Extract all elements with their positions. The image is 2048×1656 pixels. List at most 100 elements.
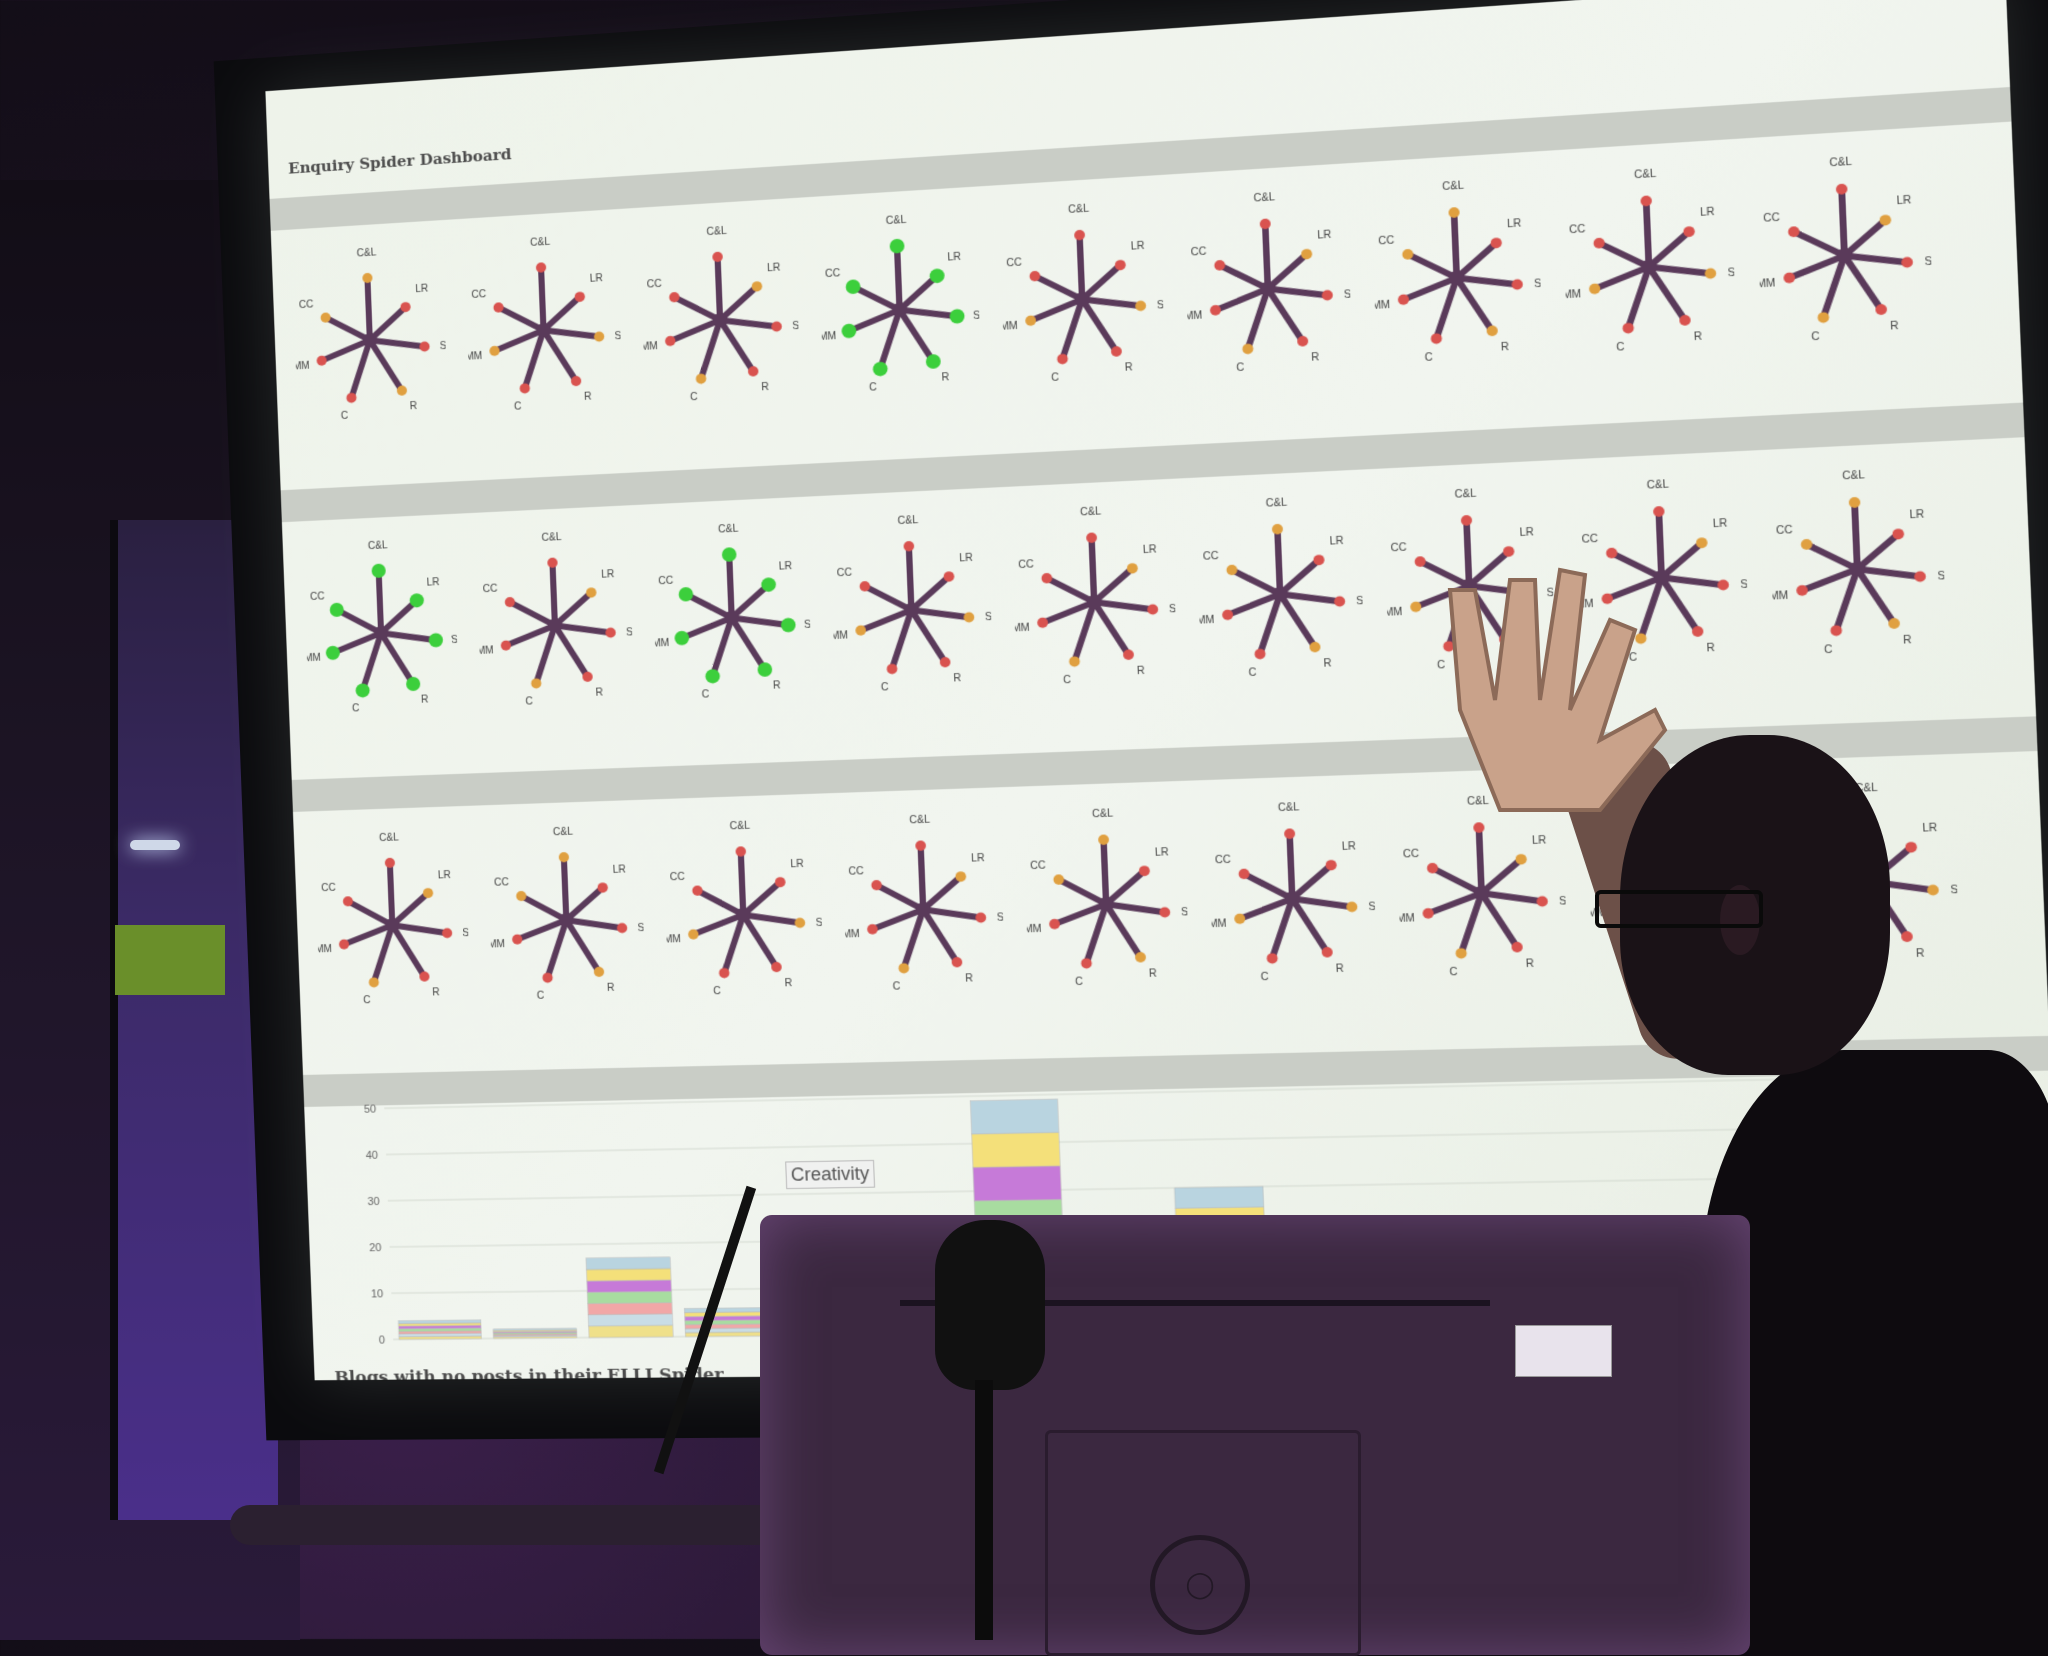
microphone <box>935 1220 1045 1390</box>
spider-cell: C&L LR SA R C MM CC <box>291 230 454 459</box>
spider-node <box>915 840 927 852</box>
spider-chart: C&L LR SA R C MM CC <box>488 826 652 1001</box>
spider-axis-label: SA <box>1534 278 1545 291</box>
spider-cell: C&L LR SA R C MM CC <box>650 507 819 738</box>
spider-axis-label: R <box>1707 643 1716 655</box>
spider-axis-label: C&L <box>729 821 750 833</box>
spider-axis-label: R <box>410 401 418 412</box>
spider-axis-label: CC <box>1763 212 1780 225</box>
spider-axis-label: CC <box>837 567 853 579</box>
spider-axis-label: CC <box>310 591 325 603</box>
spider-node <box>1640 195 1653 207</box>
spider-axis-label: LR <box>1700 206 1715 219</box>
table-edge <box>230 1505 790 1545</box>
spider-node <box>1135 300 1147 312</box>
spider-axis-label: LR <box>438 870 451 882</box>
green-panel <box>115 925 225 995</box>
spider-axis-label: SA <box>1740 579 1751 591</box>
spider-axis-label: LR <box>1922 822 1937 834</box>
spider-node <box>1321 289 1334 301</box>
spider-axis-label: C <box>1063 675 1071 687</box>
spider-cell: C&L LR SA R C MM CC <box>840 799 1012 1030</box>
spider-chart: C&L LR SA R C MM CC <box>1024 808 1196 988</box>
spider-axis-label: SA <box>626 627 636 639</box>
spider-spoke <box>1059 878 1106 905</box>
spider-axis-label: MM <box>830 631 848 643</box>
spider-spoke <box>1646 201 1649 267</box>
spider-spoke <box>1479 828 1482 893</box>
spider-spoke <box>741 852 743 915</box>
ceiling-light <box>130 840 180 850</box>
spider-axis-label: MM <box>842 929 860 941</box>
spider-spoke <box>348 900 392 926</box>
spider-axis-label: CC <box>471 289 486 301</box>
spider-axis-label: C <box>1051 372 1059 384</box>
spider-axis-label: LR <box>790 859 804 871</box>
y-tick-label: 20 <box>369 1242 382 1254</box>
spider-node <box>1704 267 1717 280</box>
spider-chart: C&L LR SA R C MM CC <box>1756 156 1940 343</box>
spider-axis-label: CC <box>1190 246 1206 258</box>
spider-spoke <box>390 863 392 925</box>
spider-axis-label: C&L <box>541 532 562 544</box>
spider-axis-label: MM <box>1024 924 1042 936</box>
presenter-glasses <box>1595 890 1763 928</box>
spider-spoke <box>743 914 776 968</box>
spider-node <box>355 683 370 698</box>
spider-cell: C&L LR SA R C MM CC <box>828 498 999 731</box>
spider-axis-label: C <box>893 981 901 993</box>
spider-spoke <box>1106 903 1140 958</box>
dell-logo: ◯ <box>1150 1535 1250 1635</box>
spider-spoke <box>1268 287 1303 343</box>
spider-node <box>872 361 888 377</box>
spider-chart: C&L LR SA R C MM CC <box>477 532 641 708</box>
spider-spoke <box>877 884 924 911</box>
y-tick-label: 50 <box>364 1103 377 1115</box>
spider-chart: C&L LR SA R C MM CC <box>640 226 806 404</box>
spider-axis-label: MM <box>304 653 321 665</box>
spider-axis-label: MM <box>315 944 332 956</box>
spider-axis-label: R <box>432 987 440 998</box>
spider-cell: C&L LR SA R C MM CC <box>1370 162 1550 403</box>
spider-node <box>705 668 721 684</box>
spider-axis-label: CC <box>1569 224 1586 237</box>
spider-node <box>771 321 783 333</box>
spider-axis-label: CC <box>647 279 662 291</box>
spider-axis-label: MM <box>1196 615 1214 627</box>
spider-axis-label: R <box>1311 352 1319 364</box>
spider-axis-label: LR <box>426 577 439 589</box>
spider-axis-label: R <box>1137 666 1145 678</box>
spider-chart: C&L LR SA R C MM CC <box>1372 180 1550 364</box>
spider-axis-label: C <box>1811 331 1820 343</box>
spider-axis-label: MM <box>1396 913 1415 925</box>
spider-chart: C&L LR SA R C MM CC <box>315 832 476 1006</box>
spider-axis-label: C&L <box>553 826 574 838</box>
spider-node <box>1147 604 1159 615</box>
spider-node <box>558 852 570 863</box>
y-tick-label: 0 <box>379 1334 386 1346</box>
spider-axis-label: CC <box>658 575 673 587</box>
spider-axis-label: LR <box>947 252 961 264</box>
bar-segment <box>587 1280 671 1292</box>
spider-axis-label: SA <box>985 612 996 624</box>
spider-spoke <box>1482 892 1518 948</box>
spider-axis-label: C&L <box>1634 168 1657 181</box>
spider-spoke <box>911 609 945 664</box>
spider-cell: C&L LR SA R C MM CC <box>302 524 465 751</box>
bar-segment <box>398 1320 481 1324</box>
spider-axis-label: C <box>1248 667 1256 679</box>
spider-axis-label: R <box>942 372 950 384</box>
spider-cell: C&L LR SA R C MM CC <box>1010 489 1184 724</box>
spider-node <box>1460 514 1473 526</box>
spider-axis-label: LR <box>601 569 615 581</box>
spider-axis-label: MM <box>488 939 505 951</box>
spider-axis-label: C <box>702 689 710 701</box>
spider-node <box>1333 596 1346 607</box>
spider-axis-label: LR <box>1532 835 1547 847</box>
spider-axis-label: MM <box>1208 919 1227 931</box>
spider-axis-label: C&L <box>1266 497 1288 510</box>
spider-axis-label: MM <box>1012 623 1030 635</box>
spider-axis-label: C&L <box>1253 192 1275 205</box>
spider-axis-label: CC <box>494 877 509 889</box>
spider-spoke <box>909 546 912 610</box>
